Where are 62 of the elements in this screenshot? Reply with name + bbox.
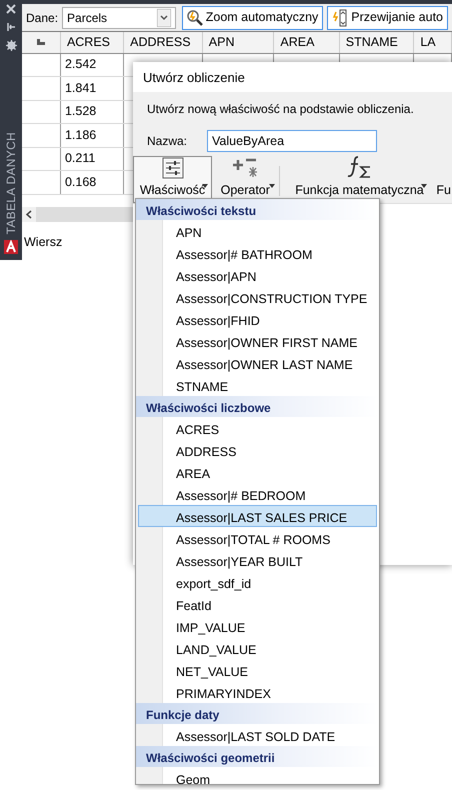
- dialog-title: Utwórz obliczenie: [142, 69, 246, 87]
- table-cell: 1.186: [60, 124, 124, 147]
- column-header[interactable]: APN: [202, 32, 274, 53]
- menu-group-header: Właściwości liczbowe: [136, 396, 379, 417]
- menu-item[interactable]: Geom: [138, 767, 377, 784]
- menu-group-header: Właściwości geometrii: [136, 746, 379, 767]
- menu-item[interactable]: Assessor|LAST SOLD DATE: [138, 724, 377, 746]
- column-header[interactable]: AREA: [274, 32, 340, 53]
- column-header[interactable]: ADDRESS: [124, 32, 202, 53]
- sort-icon[interactable]: [36, 39, 45, 46]
- menu-group-header: Właściwości tekstu: [136, 199, 379, 220]
- pin-icon[interactable]: [6, 22, 16, 32]
- menu-item[interactable]: Assessor|OWNER LAST NAME: [138, 352, 377, 374]
- menu-item[interactable]: LAND_VALUE: [138, 637, 377, 659]
- panel-title: TABELA DANYCH: [3, 132, 19, 234]
- table-cell: 0.211: [60, 147, 124, 170]
- menu-item[interactable]: Assessor|APN: [138, 264, 377, 286]
- table-cell: 2.542: [60, 53, 124, 76]
- menu-item[interactable]: Assessor|CONSTRUCTION TYPE: [138, 286, 377, 308]
- column-header[interactable]: ACRES: [60, 32, 124, 53]
- menu-item[interactable]: AREA: [138, 461, 377, 483]
- zoom-icon: [186, 10, 203, 26]
- menu-group-header: Funkcje daty: [136, 703, 379, 724]
- menu-item[interactable]: ADDRESS: [138, 439, 377, 461]
- menu-item[interactable]: PRIMARYINDEX: [138, 681, 377, 703]
- table-cell: 0.168: [60, 170, 124, 194]
- menu-item[interactable]: Assessor|# BATHROOM: [138, 242, 377, 264]
- row-label: Wiersz: [23, 234, 64, 251]
- name-field[interactable]: ValueByArea: [207, 130, 377, 152]
- close-icon[interactable]: [6, 4, 16, 14]
- settings-icon[interactable]: [6, 40, 16, 51]
- data-label: Dane:: [26, 10, 58, 26]
- dialog-description: Utwórz nową właściwość na podstawie obliczenia.: [147, 101, 415, 118]
- menu-item[interactable]: STNAME: [138, 374, 377, 396]
- function-icon: [346, 155, 372, 180]
- toolbar-button[interactable]: Fu: [431, 156, 452, 203]
- menu-item[interactable]: Assessor|OWNER FIRST NAME: [138, 330, 377, 352]
- name-label: Nazwa:: [147, 133, 188, 150]
- column-header[interactable]: LA: [414, 32, 452, 53]
- menu-item[interactable]: Assessor|YEAR BUILT: [138, 549, 377, 571]
- data-source-dropdown[interactable]: Parcels: [62, 6, 176, 28]
- menu-item[interactable]: Assessor|TOTAL # ROOMS: [138, 527, 377, 549]
- column-header[interactable]: STNAME: [339, 32, 414, 53]
- menu-item[interactable]: ACRES: [138, 417, 377, 439]
- menu-item[interactable]: Assessor|FHID: [138, 308, 377, 330]
- menu-item[interactable]: IMP_VALUE: [138, 615, 377, 637]
- caret-icon: [156, 8, 171, 26]
- table-cell: 1.528: [60, 100, 124, 124]
- toolbar-button[interactable]: Właściwość: [133, 156, 212, 203]
- menu-item[interactable]: export_sdf_id: [138, 571, 377, 593]
- menu-item[interactable]: FeatId: [138, 593, 377, 615]
- menu-item[interactable]: APN: [138, 220, 377, 242]
- menu-item[interactable]: Assessor|# BEDROOM: [138, 483, 377, 505]
- menu-item[interactable]: NET_VALUE: [138, 659, 377, 681]
- zoom-button[interactable]: Zoom automatyczny: [182, 6, 324, 30]
- scroll-left-icon[interactable]: [22, 207, 36, 222]
- menu-item[interactable]: Assessor|LAST SALES PRICE: [138, 505, 377, 527]
- operator-icon: [232, 157, 258, 180]
- logo-icon: [4, 240, 18, 254]
- scroll-button[interactable]: Przewijanie auto: [327, 6, 448, 30]
- table-cell: 1.841: [60, 76, 124, 100]
- scroll-icon: [332, 8, 348, 26]
